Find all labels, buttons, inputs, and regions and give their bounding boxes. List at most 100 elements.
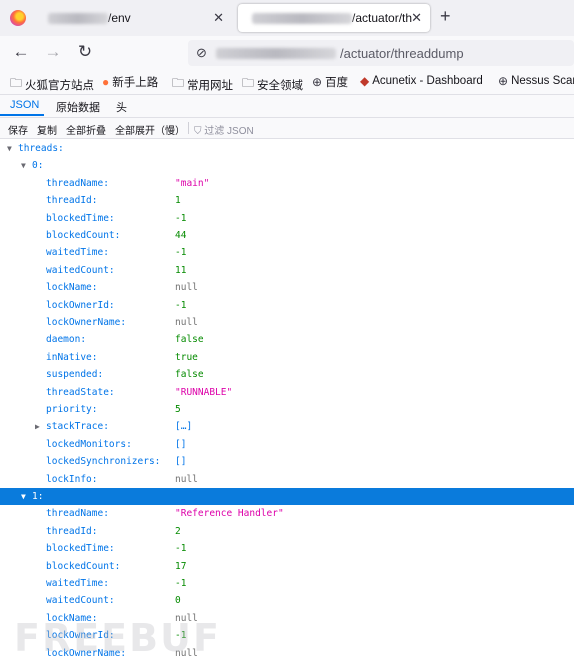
bookmark-item[interactable]: ⊕ Nessus Scan <box>498 74 574 88</box>
json-key: blockedCount: <box>46 560 121 572</box>
json-key: 1: <box>32 491 44 502</box>
bookmark-item[interactable]: ⊕ 百度 <box>312 74 348 90</box>
json-value: 17 <box>175 560 187 572</box>
tree-row[interactable]: waitedCount: 11 <box>0 262 574 279</box>
firefox-icon[interactable] <box>10 10 26 26</box>
json-value: -1 <box>175 578 187 589</box>
filter-json-input[interactable]: ⛉ 过滤 JSON <box>194 122 254 137</box>
json-key: daemon: <box>46 334 87 346</box>
json-value: false <box>175 369 204 381</box>
bookmark-item[interactable]: ◆ Acunetix - Dashboard <box>360 74 483 88</box>
tree-row[interactable]: waitedTime: -1 <box>0 575 574 592</box>
bookmark-item[interactable]: 🗀 常用网址 <box>172 74 233 94</box>
bookmarks-toolbar: 🗀 火狐官方站点 ● 新手上路 🗀 常用网址 🗀 安全领域 ⊕ 百度 ◆ Acunetix … <box>0 70 574 95</box>
tree-row[interactable]: threadName: "main" <box>0 175 574 192</box>
json-value: 11 <box>175 264 187 276</box>
tree-row[interactable]: threadName: "Reference Handler" <box>0 505 574 522</box>
json-key: blockedTime: <box>46 212 115 224</box>
tree-row[interactable]: waitedCount: 0 <box>0 592 574 609</box>
tree-row-thread-1[interactable]: ▼ 1: <box>0 488 574 506</box>
globe-icon: ⊕ <box>312 75 323 89</box>
url-bar[interactable]: ⊘ /actuator/threaddump <box>188 40 574 66</box>
json-value: -1 <box>175 247 187 259</box>
tab-title: /env <box>108 11 131 25</box>
tree-row[interactable]: blockedTime: -1 <box>0 540 574 557</box>
page-info-icon[interactable]: ⊘ <box>196 45 207 61</box>
reload-icon[interactable]: ↻ <box>74 42 96 62</box>
acunetix-icon: ◆ <box>360 74 370 88</box>
redacted-host <box>48 12 108 24</box>
close-tab-icon[interactable]: ✕ <box>213 10 224 26</box>
tab-threaddump[interactable]: /actuator/th ✕ <box>238 4 430 32</box>
globe-icon: ⊕ <box>498 74 509 88</box>
viewer-tabs: JSON 原始数据 头 <box>0 95 574 118</box>
tree-row[interactable]: threadState: "RUNNABLE" <box>0 384 574 401</box>
tab-strip: /env ✕ /actuator/th ✕ + <box>0 0 574 36</box>
json-value: false <box>175 334 204 346</box>
tree-row[interactable]: threadId: 1 <box>0 192 574 209</box>
json-value: null <box>175 282 198 294</box>
collapse-arrow-icon[interactable]: ▼ <box>21 157 26 174</box>
json-value: 2 <box>175 525 181 537</box>
tree-row[interactable]: inNative: true <box>0 349 574 366</box>
collapse-arrow-icon[interactable]: ▼ <box>7 140 12 157</box>
tree-row[interactable]: blockedCount: 44 <box>0 227 574 244</box>
tab-json[interactable]: JSON <box>10 99 39 111</box>
json-key: blockedCount: <box>46 230 121 241</box>
save-button[interactable]: 保存 <box>8 122 28 137</box>
url-text[interactable]: /actuator/threaddump <box>340 46 464 61</box>
tree-row[interactable]: blockedCount: 17 <box>0 558 574 575</box>
json-key: threadState: <box>46 386 115 398</box>
new-tab-button[interactable]: + <box>440 6 451 27</box>
redacted-host <box>216 48 336 59</box>
tree-row[interactable]: lockInfo: null <box>0 471 574 488</box>
json-value: 0 <box>175 595 181 607</box>
tree-row-threads[interactable]: ▼ threads: <box>0 140 574 157</box>
json-key: lockName: <box>46 282 98 294</box>
folder-icon: 🗀 <box>242 76 255 90</box>
tree-row[interactable]: blockedTime: -1 <box>0 210 574 227</box>
collapse-all-button[interactable]: 全部折叠 <box>66 122 106 137</box>
tab-headers[interactable]: 头 <box>116 99 127 115</box>
collapse-arrow-icon[interactable]: ▼ <box>21 488 26 505</box>
json-key: lockedMonitors: <box>46 438 132 450</box>
tree-row[interactable]: lockOwnerId: -1 <box>0 297 574 314</box>
json-key: threads: <box>18 143 64 154</box>
json-key: lockedSynchronizers: <box>46 456 161 468</box>
tab-env[interactable]: /env ✕ <box>36 4 232 32</box>
tree-row[interactable]: lockedSynchronizers: [] <box>0 453 574 470</box>
forward-icon[interactable]: → <box>42 42 64 62</box>
tab-raw-data[interactable]: 原始数据 <box>56 99 100 115</box>
json-key: stackTrace: <box>46 421 109 433</box>
copy-button[interactable]: 复制 <box>37 122 57 137</box>
close-tab-icon[interactable]: ✕ <box>411 10 422 26</box>
json-key: threadId: <box>46 195 98 207</box>
tree-row[interactable]: lockedMonitors: [] <box>0 436 574 453</box>
json-key: waitedCount: <box>46 595 115 607</box>
bookmark-item[interactable]: ● 新手上路 <box>102 74 158 90</box>
json-key: waitedTime: <box>46 247 109 259</box>
tree-row[interactable]: daemon: false <box>0 331 574 348</box>
bookmark-item[interactable]: 🗀 火狐官方站点 <box>10 74 94 94</box>
tree-row[interactable]: lockOwnerName: null <box>0 314 574 331</box>
tree-row[interactable]: waitedTime: -1 <box>0 244 574 261</box>
json-key: threadName: <box>46 508 109 520</box>
tree-row[interactable]: suspended: false <box>0 366 574 383</box>
tree-row[interactable]: priority: 5 <box>0 401 574 418</box>
json-value: null <box>175 317 198 328</box>
back-icon[interactable]: ← <box>10 42 32 62</box>
tree-row-thread-0[interactable]: ▼ 0: <box>0 157 574 174</box>
tree-row[interactable]: lockName: null <box>0 279 574 296</box>
redacted-host <box>252 12 352 24</box>
json-key: waitedTime: <box>46 578 109 589</box>
expand-arrow-icon[interactable]: ▶ <box>35 418 40 435</box>
json-key: threadName: <box>46 177 109 189</box>
json-value: -1 <box>175 212 187 224</box>
tree-row[interactable]: threadId: 2 <box>0 523 574 540</box>
tree-row[interactable]: ▶ stackTrace: […] <box>0 418 574 435</box>
json-value: 44 <box>175 230 187 241</box>
selected-tab-indicator <box>0 114 44 116</box>
bookmark-item[interactable]: 🗀 安全领域 <box>242 74 303 94</box>
filter-icon: ⛉ <box>194 126 205 137</box>
expand-all-button[interactable]: 全部展开（慢） <box>115 122 185 137</box>
